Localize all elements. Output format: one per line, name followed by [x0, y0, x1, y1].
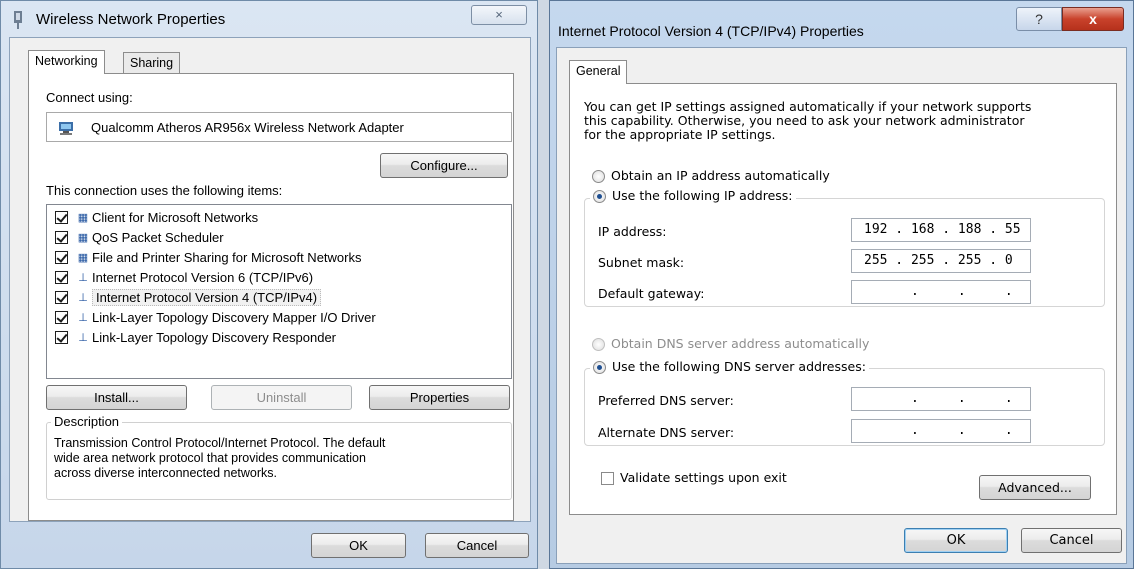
general-panel: You can get IP settings assigned automat… [569, 83, 1117, 515]
adapter-name: Qualcomm Atheros AR956x Wireless Network… [91, 120, 404, 135]
close-icon: x [1089, 11, 1097, 27]
checkbox[interactable] [55, 231, 68, 245]
obtain-ip-auto-option[interactable]: Obtain an IP address automatically [592, 168, 830, 183]
preferred-dns-field[interactable]: . . . [851, 387, 1031, 411]
subnet-mask-field[interactable]: 255 . 255 . 255 . 0 [851, 249, 1031, 273]
protocol-icon: ⊥ [78, 292, 88, 305]
alternate-dns-label: Alternate DNS server: [598, 425, 735, 440]
close-icon: × [495, 7, 503, 22]
networking-panel: Connect using: Qualcomm Atheros AR956x W… [28, 73, 514, 521]
ip-address-field[interactable]: 192 . 168 . 188 . 55 [851, 218, 1031, 242]
checkbox[interactable] [55, 211, 68, 225]
option-label: Obtain DNS server address automatically [611, 336, 870, 351]
description-line: across diverse interconnected networks. [54, 466, 278, 480]
client-network-icon: ▦ [77, 212, 89, 225]
item-label: File and Printer Sharing for Microsoft N… [92, 250, 362, 266]
checkbox[interactable] [55, 311, 68, 325]
validate-settings-option[interactable]: Validate settings upon exit [601, 470, 787, 485]
intro-line: You can get IP settings assigned automat… [584, 99, 1032, 114]
help-button[interactable]: ? [1016, 7, 1062, 31]
window-title: Wireless Network Properties [36, 11, 226, 28]
help-icon: ? [1035, 11, 1043, 27]
default-gateway-label: Default gateway: [598, 286, 705, 301]
service-icon: ▦ [77, 252, 89, 265]
configure-button[interactable]: Configure... [380, 153, 508, 178]
advanced-button[interactable]: Advanced... [979, 475, 1091, 500]
adapter-field: Qualcomm Atheros AR956x Wireless Network… [46, 112, 512, 142]
intro-line: for the appropriate IP settings. [584, 127, 776, 142]
protocol-icon: ⊥ [78, 312, 88, 325]
components-list[interactable]: ▦ Client for Microsoft Networks ▦ QoS Pack… [46, 204, 512, 379]
preferred-dns-label: Preferred DNS server: [598, 393, 734, 408]
radio-button[interactable] [593, 190, 606, 203]
list-item[interactable]: ▦ File and Printer Sharing for Microsoft … [55, 249, 361, 269]
checkbox[interactable] [55, 251, 68, 265]
dialog-client: General You can get IP settings assigned… [556, 47, 1127, 564]
default-gateway-field[interactable]: . . . [851, 280, 1031, 304]
tab-sharing[interactable]: Sharing [123, 52, 181, 74]
close-button[interactable]: × [471, 5, 527, 25]
close-button[interactable]: x [1062, 7, 1124, 31]
item-label: Link-Layer Topology Discovery Responder [92, 330, 336, 346]
tab-general[interactable]: General [569, 60, 628, 84]
network-adapter-icon [14, 11, 22, 29]
item-label: QoS Packet Scheduler [92, 230, 224, 246]
ok-button[interactable]: OK [311, 533, 406, 558]
properties-button[interactable]: Properties [369, 385, 510, 410]
description-line: wide area network protocol that provides… [54, 451, 366, 465]
item-label: Internet Protocol Version 6 (TCP/IPv6) [92, 270, 314, 286]
checkbox[interactable] [55, 331, 68, 345]
option-label: Validate settings upon exit [620, 470, 787, 485]
protocol-icon: ⊥ [78, 272, 88, 285]
protocol-icon: ⊥ [78, 332, 88, 345]
service-icon: ▦ [77, 232, 89, 245]
use-following-dns-option[interactable]: Use the following DNS server addresses: [590, 359, 869, 374]
radio-button[interactable] [592, 170, 605, 183]
list-item[interactable]: ⊥ Internet Protocol Version 6 (TCP/IPv6) [55, 269, 313, 289]
cancel-button[interactable]: Cancel [1021, 528, 1122, 553]
alternate-dns-field[interactable]: . . . [851, 419, 1031, 443]
cancel-button[interactable]: Cancel [425, 533, 529, 558]
radio-button[interactable] [593, 361, 606, 374]
item-label: Internet Protocol Version 4 (TCP/IPv4) [92, 289, 322, 307]
checkbox[interactable] [55, 291, 68, 305]
title-bar[interactable]: Internet Protocol Version 4 (TCP/IPv4) P… [550, 1, 1133, 45]
option-label: Use the following DNS server addresses: [612, 359, 866, 374]
list-item[interactable]: ⊥ Link-Layer Topology Discovery Mapper I/… [55, 309, 376, 329]
list-item[interactable]: ▦ QoS Packet Scheduler [55, 229, 224, 249]
wireless-network-properties-window: Wireless Network Properties × Networking… [0, 0, 538, 569]
obtain-dns-auto-option[interactable]: Obtain DNS server address automatically [592, 336, 869, 351]
list-item-selected[interactable]: ⊥ Internet Protocol Version 4 (TCP/IPv4) [55, 289, 322, 309]
option-label: Use the following IP address: [612, 188, 793, 203]
install-button[interactable]: Install... [46, 385, 187, 410]
uninstall-button[interactable]: Uninstall [211, 385, 352, 410]
description-line: Transmission Control Protocol/Internet P… [54, 436, 386, 450]
checkbox[interactable] [601, 472, 614, 485]
tab-networking[interactable]: Networking [28, 50, 105, 74]
dialog-client: Networking Sharing Connect using: Qualco… [9, 37, 531, 522]
list-item[interactable]: ▦ Client for Microsoft Networks [55, 209, 258, 229]
radio-button[interactable] [592, 338, 605, 351]
subnet-mask-label: Subnet mask: [598, 255, 685, 270]
ok-button[interactable]: OK [904, 528, 1008, 553]
list-item[interactable]: ⊥ Link-Layer Topology Discovery Responder [55, 329, 336, 349]
item-label: Link-Layer Topology Discovery Mapper I/O… [92, 310, 376, 326]
item-label: Client for Microsoft Networks [92, 210, 259, 226]
ip-address-label: IP address: [598, 224, 667, 239]
intro-line: this capability. Otherwise, you need to … [584, 113, 1025, 128]
use-following-ip-option[interactable]: Use the following IP address: [590, 188, 796, 203]
checkbox[interactable] [55, 271, 68, 285]
connect-using-label: Connect using: [46, 90, 133, 105]
network-adapter-icon [59, 122, 73, 135]
window-title: Internet Protocol Version 4 (TCP/IPv4) P… [558, 23, 864, 39]
ipv4-properties-window: Internet Protocol Version 4 (TCP/IPv4) P… [549, 0, 1134, 569]
title-bar[interactable]: Wireless Network Properties × [1, 1, 537, 37]
description-legend: Description [51, 414, 123, 429]
items-label: This connection uses the following items… [46, 183, 283, 198]
option-label: Obtain an IP address automatically [611, 168, 830, 183]
